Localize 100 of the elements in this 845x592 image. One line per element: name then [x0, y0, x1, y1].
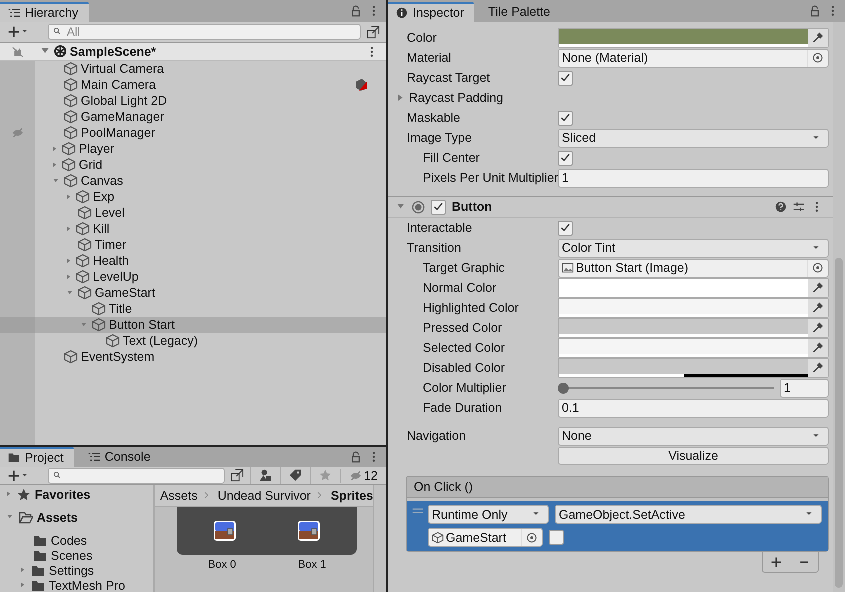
visualize-button[interactable]: Visualize	[558, 447, 829, 465]
search-field[interactable]: All	[48, 24, 361, 40]
plus-icon[interactable]	[771, 556, 782, 568]
lock-icon[interactable]	[809, 5, 821, 17]
event-entry[interactable]: Runtime Only GameObject.SetActive GameStart	[407, 501, 828, 551]
foldout-arrow-icon[interactable]	[66, 272, 73, 282]
color-field[interactable]	[558, 278, 829, 298]
help-icon[interactable]	[775, 201, 787, 213]
target-icon[interactable]	[526, 532, 538, 544]
hierarchy-item[interactable]: Player	[0, 141, 386, 157]
foldout-arrow-icon[interactable]	[41, 46, 51, 56]
target-icon[interactable]	[812, 52, 824, 64]
checkbox[interactable]	[558, 220, 573, 236]
field-label[interactable]: Raycast Padding	[409, 91, 504, 105]
panel-tab[interactable]: Hierarchy	[0, 2, 88, 22]
popout-icon[interactable]	[229, 467, 246, 484]
hierarchy-item[interactable]: LevelUp	[0, 269, 386, 285]
color-field[interactable]	[558, 28, 829, 48]
scrollbar[interactable]	[373, 485, 386, 592]
hierarchy-item[interactable]: EventSystem	[0, 349, 386, 365]
foldout-arrow-icon[interactable]	[6, 490, 13, 499]
hierarchy-item[interactable]: Grid	[0, 157, 386, 173]
hierarchy-item[interactable]: Canvas	[0, 173, 386, 189]
hierarchy-item[interactable]: Global Light 2D	[0, 93, 386, 109]
foldout-arrow-icon[interactable]	[397, 202, 406, 212]
number-field[interactable]: 1	[780, 378, 829, 398]
chest-thumbnail[interactable]	[296, 519, 322, 543]
eyedropper-icon[interactable]	[812, 342, 824, 354]
foldout-arrow-icon[interactable]	[66, 256, 73, 266]
breadcrumb-link[interactable]: Undead Survivor	[218, 488, 311, 502]
foldout-arrow-icon[interactable]	[66, 192, 73, 202]
checkbox[interactable]	[549, 530, 564, 545]
folder-item[interactable]: Settings	[0, 563, 154, 578]
eyedropper-icon[interactable]	[812, 302, 824, 314]
eyedropper-icon[interactable]	[812, 322, 824, 334]
hidden-packages-toggle[interactable]: 12	[340, 468, 382, 482]
hierarchy-item[interactable]: Text (Legacy)	[0, 333, 386, 349]
color-field[interactable]	[558, 298, 829, 318]
text-field[interactable]: 1	[558, 168, 829, 188]
foldout-arrow-icon[interactable]	[6, 514, 15, 521]
hierarchy-item[interactable]: Level	[0, 205, 386, 221]
eyedropper-icon[interactable]	[812, 362, 824, 374]
hierarchy-item[interactable]: Kill	[0, 221, 386, 237]
checkbox[interactable]	[558, 150, 573, 166]
slider-thumb[interactable]	[558, 382, 569, 394]
hierarchy-item[interactable]: Main Camera	[0, 77, 386, 93]
object-field[interactable]: None (Material)	[558, 48, 829, 68]
hierarchy-item[interactable]: Timer	[0, 237, 386, 253]
hierarchy-item[interactable]: PoolManager	[0, 125, 386, 141]
target-icon[interactable]	[812, 262, 824, 274]
scrollbar-thumb[interactable]	[835, 258, 843, 588]
hierarchy-item[interactable]: Button Start	[0, 317, 386, 333]
hierarchy-item[interactable]: GameStart	[0, 285, 386, 301]
panel-tab[interactable]: Inspector	[388, 2, 474, 22]
dropdown[interactable]: None	[558, 426, 829, 446]
folder-item[interactable]: Assets	[0, 510, 154, 525]
folder-item[interactable]: Scenes	[0, 548, 154, 563]
breadcrumb-link[interactable]: Sprites	[330, 488, 374, 502]
foldout-arrow-icon[interactable]	[52, 160, 59, 170]
eyedropper-icon[interactable]	[812, 282, 824, 294]
asset-label[interactable]: Box 0	[208, 559, 236, 571]
hierarchy-item[interactable]: Virtual Camera	[0, 61, 386, 77]
color-field[interactable]	[558, 358, 829, 378]
search-field[interactable]	[48, 468, 226, 484]
dropdown[interactable]: Runtime Only	[428, 505, 549, 524]
object-field[interactable]: GameStart	[428, 528, 543, 547]
foldout-arrow-icon[interactable]	[52, 178, 61, 184]
folder-item[interactable]: Favorites	[0, 487, 154, 502]
breadcrumb-link[interactable]: Assets	[160, 488, 198, 502]
color-field[interactable]	[558, 338, 829, 358]
color-field[interactable]	[558, 318, 829, 338]
popout-icon[interactable]	[365, 24, 382, 40]
component-header[interactable]: Button	[388, 197, 833, 218]
dropdown[interactable]: GameObject.SetActive	[555, 505, 822, 524]
foldout-arrow-icon[interactable]	[66, 224, 73, 234]
panel-tab[interactable]: Tile Palette	[480, 2, 560, 22]
hierarchy-item[interactable]: Title	[0, 301, 386, 317]
folder-item[interactable]: Codes	[0, 533, 154, 548]
text-field[interactable]: 0.1	[558, 398, 829, 418]
hierarchy-item[interactable]: Exp	[0, 189, 386, 205]
panel-tab[interactable]: Project	[0, 447, 74, 467]
scrollbar[interactable]	[833, 22, 845, 592]
foldout-arrow-icon[interactable]	[52, 144, 59, 154]
scene-name[interactable]: SampleScene*	[70, 44, 156, 58]
folder-item[interactable]: TextMesh Pro	[0, 578, 154, 592]
asset-label[interactable]: Box 1	[298, 559, 326, 571]
hierarchy-item[interactable]: Health	[0, 253, 386, 269]
panel-tab[interactable]: Console	[80, 447, 161, 467]
hierarchy-item[interactable]: GameManager	[0, 109, 386, 125]
eyedropper-icon[interactable]	[812, 32, 824, 44]
preset-icon[interactable]	[793, 201, 805, 213]
lock-icon[interactable]	[350, 5, 362, 17]
lock-icon[interactable]	[350, 451, 362, 463]
dropdown[interactable]: Sliced	[558, 128, 829, 148]
object-field[interactable]: Button Start (Image)	[558, 258, 829, 278]
checkbox[interactable]	[431, 200, 446, 214]
foldout-arrow-icon[interactable]	[66, 290, 75, 296]
checkbox[interactable]	[558, 70, 573, 86]
dropdown[interactable]: Color Tint	[558, 238, 829, 258]
chest-thumbnail[interactable]	[212, 519, 238, 543]
